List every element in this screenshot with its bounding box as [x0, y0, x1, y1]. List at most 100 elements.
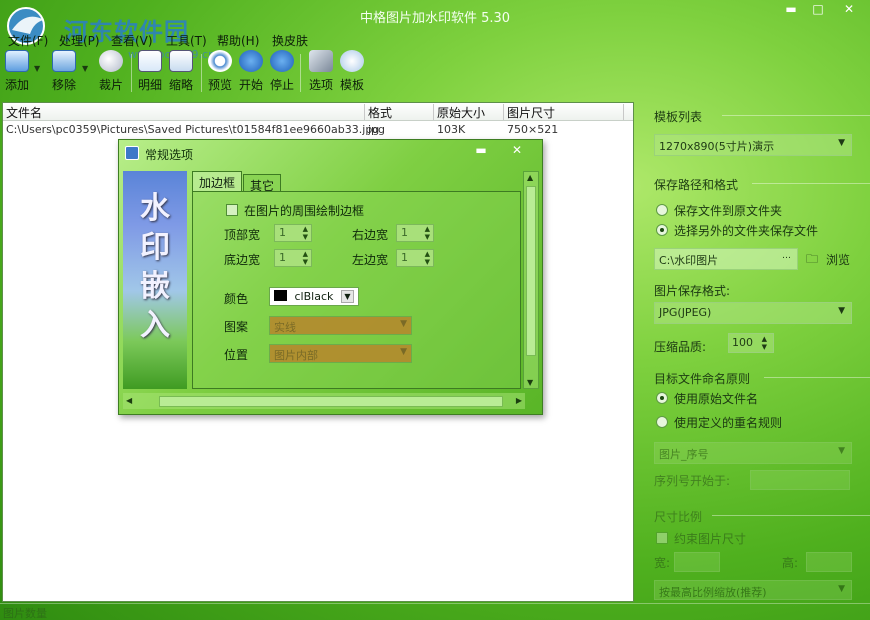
naming-rule-label: 使用定义的重名规则 [674, 416, 783, 430]
stepper-arrows-icon[interactable]: ▲ ▼ [303, 225, 308, 241]
browse-button[interactable]: 浏览 [826, 251, 850, 268]
preview-icon [208, 50, 232, 72]
top-width-label: 顶部宽 [224, 228, 261, 242]
stepper-arrows-icon[interactable]: ▲ ▼ [425, 250, 430, 266]
tab-border[interactable]: 加边框 [192, 171, 243, 191]
side-banner-image: 水印嵌入 [123, 171, 187, 389]
sequence-label: 序列号开始于: [654, 474, 731, 488]
scroll-left-icon[interactable]: ◀ [126, 396, 132, 405]
details-button[interactable]: 明细 [137, 50, 163, 96]
save-path-field[interactable]: C:\水印图片 … [654, 248, 798, 270]
right-width-value: 1 [401, 226, 408, 239]
bottom-width-stepper[interactable]: 1 ▲ ▼ [274, 249, 312, 267]
chevron-down-icon: ▼ [838, 446, 845, 456]
quality-label: 压缩品质: [654, 340, 707, 354]
close-button[interactable]: ✕ [838, 2, 860, 16]
template-select-value: 1270x890(5寸片)演示 [659, 140, 775, 153]
stop-button[interactable]: 停止 [269, 50, 295, 96]
naming-original-radio[interactable] [656, 392, 668, 404]
minimize-button[interactable]: ▬ [780, 2, 802, 16]
column-dimensions[interactable]: 图片尺寸 [504, 104, 624, 120]
right-width-stepper[interactable]: 1 ▲ ▼ [396, 224, 434, 242]
divider [722, 115, 870, 116]
width-stepper[interactable] [674, 552, 720, 572]
column-size[interactable]: 原始大小 [434, 104, 504, 120]
toolbar-separator [131, 54, 132, 92]
crop-button[interactable]: 裁片 [98, 50, 124, 96]
add-dropdown-icon[interactable]: ▼ [34, 64, 40, 73]
dialog-horizontal-scrollbar[interactable]: ◀ ▶ [123, 393, 525, 409]
pattern-select-value: 实线 [274, 321, 296, 334]
constrain-size-checkbox[interactable] [656, 532, 668, 544]
stepper-arrows-icon[interactable]: ▲ ▼ [762, 335, 767, 351]
naming-rule-radio[interactable] [656, 416, 668, 428]
ellipsis-icon[interactable]: … [782, 251, 791, 261]
scroll-thumb[interactable] [526, 186, 536, 356]
maximize-button[interactable]: □ [807, 2, 829, 16]
remove-button[interactable]: 移除 [51, 50, 77, 96]
scale-mode-value: 按最高比例缩放(推荐) [659, 586, 767, 599]
remove-dropdown-icon[interactable]: ▼ [82, 64, 88, 73]
naming-rule-value: 图片_序号 [659, 448, 709, 461]
menu-skin[interactable]: 换皮肤 [272, 32, 308, 49]
height-stepper[interactable] [806, 552, 852, 572]
menu-view[interactable]: 查看(V) [111, 32, 153, 49]
color-select[interactable]: clBlack ▼ [269, 287, 359, 306]
scroll-thumb[interactable] [159, 396, 503, 407]
chevron-down-icon: ▼ [400, 347, 407, 357]
template-list-label: 模板列表 [654, 110, 703, 124]
save-other-radio[interactable] [656, 224, 668, 236]
stepper-arrows-icon[interactable]: ▲ ▼ [425, 225, 430, 241]
menu-tools[interactable]: 工具(T) [166, 32, 207, 49]
thumbnail-button[interactable]: 缩略 [168, 50, 194, 96]
draw-border-checkbox[interactable] [226, 204, 238, 216]
size-section-label: 尺寸比例 [654, 510, 703, 524]
start-button[interactable]: 开始 [238, 50, 264, 96]
template-button[interactable]: 模板 [339, 50, 365, 96]
scale-mode-select[interactable]: 按最高比例缩放(推荐) ▼ [654, 580, 852, 600]
save-original-radio[interactable] [656, 204, 668, 216]
tab-other[interactable]: 其它 [243, 174, 282, 193]
settings-panel: 模板列表 1270x890(5寸片)演示 ▼ 保存路径和格式 保存文件到原文件夹… [640, 100, 870, 600]
naming-rule-select[interactable]: 图片_序号 ▼ [654, 442, 852, 464]
column-format[interactable]: 格式 [365, 104, 434, 120]
format-select[interactable]: JPG(JPEG) ▼ [654, 302, 852, 324]
column-filename[interactable]: 文件名 [3, 104, 365, 120]
crop-icon [99, 50, 123, 72]
dialog-close-button[interactable]: ✕ [505, 143, 529, 157]
preview-button[interactable]: 预览 [207, 50, 233, 96]
quality-stepper[interactable]: 100 ▲ ▼ [728, 333, 774, 353]
menu-process[interactable]: 处理(P) [59, 32, 100, 49]
options-button[interactable]: 选项 [308, 50, 334, 96]
template-select[interactable]: 1270x890(5寸片)演示 ▼ [654, 134, 852, 156]
scroll-right-icon[interactable]: ▶ [516, 396, 522, 405]
chevron-down-icon: ▼ [341, 290, 354, 303]
bottom-width-value: 1 [279, 251, 286, 264]
chevron-down-icon: ▼ [838, 584, 845, 594]
cell-format: jpg [368, 123, 386, 136]
add-button[interactable]: 添加 [4, 50, 30, 96]
status-text: 图片数量 [3, 607, 47, 620]
menu-help[interactable]: 帮助(H) [217, 32, 259, 49]
template-label: 模板 [339, 78, 364, 92]
quality-value: 100 [732, 336, 753, 349]
dialog-title: 常规选项 [145, 148, 194, 162]
top-width-stepper[interactable]: 1 ▲ ▼ [274, 224, 312, 242]
position-select[interactable]: 图片内部 ▼ [269, 344, 412, 363]
scroll-up-icon[interactable]: ▲ [527, 173, 533, 182]
left-width-stepper[interactable]: 1 ▲ ▼ [396, 249, 434, 267]
palette-icon [340, 50, 364, 72]
position-label: 位置 [224, 348, 249, 362]
options-dialog[interactable]: 常规选项 ▬ ✕ 水印嵌入 加边框 其它 在图片的周围绘制边框 顶部宽 1 ▲ ▼… [118, 139, 543, 415]
menu-file[interactable]: 文件(F) [8, 32, 48, 49]
format-select-value: JPG(JPEG) [659, 306, 712, 319]
scroll-down-icon[interactable]: ▼ [527, 378, 533, 387]
title-bar[interactable]: 河东软件园 www.pc0359.cn 中格图片加水印软件 5.30 ▬ □ ✕ [0, 0, 870, 61]
dialog-minimize-button[interactable]: ▬ [469, 143, 493, 157]
pattern-select[interactable]: 实线 ▼ [269, 316, 412, 335]
width-label: 宽: [654, 556, 671, 570]
stepper-arrows-icon[interactable]: ▲ ▼ [303, 250, 308, 266]
dialog-vertical-scrollbar[interactable]: ▲ ▼ [523, 171, 539, 389]
browse-folder-icon[interactable]: 🗀 [806, 250, 818, 271]
sequence-stepper[interactable] [750, 470, 850, 490]
